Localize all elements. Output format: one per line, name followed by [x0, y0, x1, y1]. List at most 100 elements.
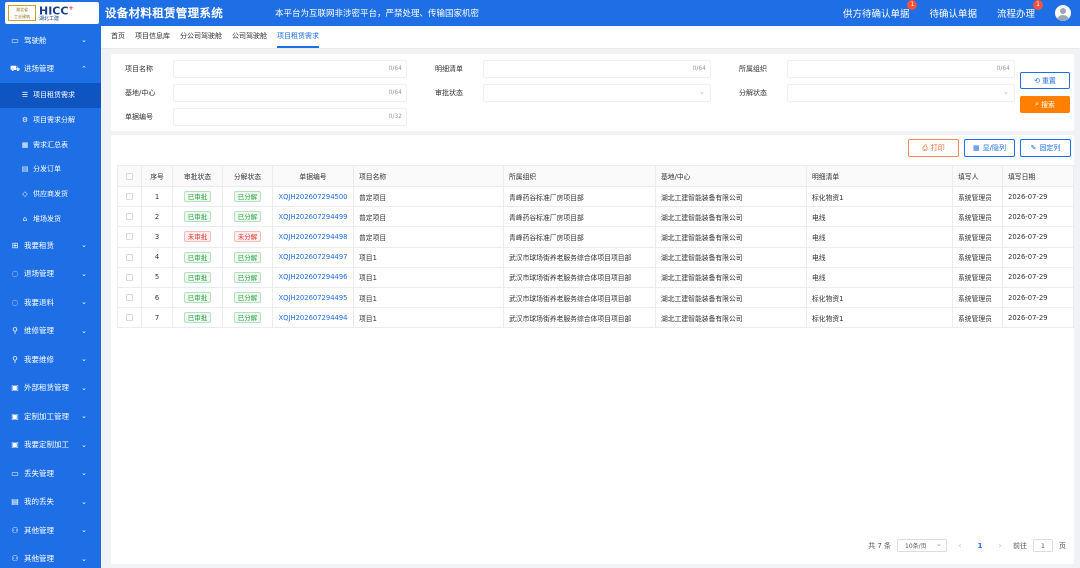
cell-base: 湖北工建智能装备有限公司: [655, 206, 807, 228]
row-checkbox[interactable]: [117, 206, 142, 228]
doc-no-input[interactable]: 0/32: [173, 108, 407, 126]
filter-panel: 项目名称 0/64 明细清单 0/64 所属组织 0/64 基地/中心 0/64…: [111, 54, 1074, 131]
filter-split: 分解状态 ⌄: [725, 84, 1015, 102]
cell-project: 项目1: [353, 307, 504, 329]
row-checkbox[interactable]: [117, 246, 142, 268]
cell-split: 未分解: [222, 226, 273, 248]
status-badge: 已分解: [233, 211, 262, 223]
sidebar-item-lost-mgmt[interactable]: ▭ 丢失管理 ⌄: [0, 459, 101, 488]
pending-docs[interactable]: 待确认单据: [929, 6, 977, 20]
doc-link[interactable]: XQJH202607294498: [278, 233, 347, 241]
cell-doc: XQJH202607294495: [272, 286, 354, 309]
col-header: 基地/中心: [655, 165, 807, 187]
cell-date: 2026-07-29: [1002, 286, 1074, 309]
table-icon: ▦: [21, 140, 29, 149]
sidebar-item-other-2[interactable]: ⚇ 其他管理 ⌄: [0, 545, 101, 568]
list-icon: ☰: [21, 91, 29, 100]
sidebar-sub-demand-split[interactable]: ⚙ 项目需求分解: [0, 108, 101, 133]
tab-company-cockpit[interactable]: 公司驾驶舱: [232, 31, 277, 48]
grid-icon: ▦: [973, 144, 980, 152]
table-row[interactable]: 4 已审批 已分解 XQJH202607294497 项目1 武汉市球场街养老服务综合体项…: [117, 246, 1074, 268]
status-badge: 已审批: [183, 312, 212, 324]
sidebar-item-custom[interactable]: ▣ 我要定制加工 ⌄: [0, 431, 101, 460]
status-badge: 已审批: [183, 191, 212, 203]
cell-detail: 标化物资1: [806, 185, 953, 208]
search-button[interactable]: ⌕ 搜索: [1020, 96, 1070, 113]
approval-select[interactable]: ⌄: [483, 84, 711, 102]
show-hide-columns-button[interactable]: ▦ 显/隐列: [964, 139, 1015, 157]
row-checkbox[interactable]: [117, 286, 142, 309]
cell-org: 青峰药谷标准厂房项目部: [503, 185, 656, 208]
cell-split: 已分解: [222, 185, 273, 208]
col-header: 填写人: [952, 165, 1003, 187]
chevron-up-icon: ⌃: [81, 64, 87, 73]
page-size-select[interactable]: 10条/页: [897, 539, 947, 552]
print-button[interactable]: ⎙ 打印: [908, 139, 959, 157]
exit-icon: ◌: [11, 269, 19, 279]
doc-link[interactable]: XQJH202607294495: [278, 294, 347, 302]
cell-detail: 电线: [806, 266, 953, 288]
sidebar-item-cockpit[interactable]: ▭ 驾驶舱 ⌄: [0, 26, 101, 55]
sidebar-item-other-1[interactable]: ⚇ 其他管理 ⌄: [0, 516, 101, 545]
tab-rental-demand[interactable]: 项目租赁需求: [277, 31, 329, 48]
doc-link[interactable]: XQJH202607294499: [278, 213, 347, 221]
row-checkbox[interactable]: [117, 185, 142, 208]
table-row[interactable]: 3 未审批 未分解 XQJH202607294498 普定项目 青峰药谷标准厂房项目部 湖北…: [117, 226, 1074, 248]
row-checkbox[interactable]: [117, 226, 142, 248]
user-avatar[interactable]: [1055, 5, 1071, 21]
workflow[interactable]: 流程办理 1: [997, 0, 1043, 20]
cell-writer: 系统管理员: [952, 307, 1003, 329]
table-row[interactable]: 5 已审批 已分解 XQJH202607294496 项目1 武汉市球场街养老服务综合体项…: [117, 266, 1074, 288]
next-page-icon[interactable]: ›: [993, 541, 1007, 550]
sidebar-sub-rental-demand[interactable]: ☰ 项目租赁需求: [0, 83, 101, 108]
pending-supplier-docs[interactable]: 供方待确认单据 1: [843, 0, 918, 20]
status-badge: 已分解: [233, 312, 262, 324]
page-number[interactable]: 1: [973, 542, 987, 550]
base-input[interactable]: 0/64: [173, 84, 407, 102]
doc-link[interactable]: XQJH202607294494: [278, 314, 347, 322]
doc-link[interactable]: XQJH202607294500: [278, 193, 347, 201]
sidebar-sub-yard-ship[interactable]: ⌂ 堆场发货: [0, 206, 101, 231]
split-select[interactable]: ⌄: [787, 84, 1015, 102]
sidebar-item-return[interactable]: ◌ 我要退料 ⌄: [0, 288, 101, 317]
cell-detail: 标化物资1: [806, 307, 953, 329]
doc-link[interactable]: XQJH202607294496: [278, 273, 347, 281]
cell-split: 已分解: [222, 246, 273, 268]
sidebar-item-custom-mgmt[interactable]: ▣ 定制加工管理 ⌄: [0, 402, 101, 431]
cell-doc: XQJH202607294500: [272, 185, 354, 208]
org-input[interactable]: 0/64: [787, 60, 1015, 78]
sidebar-item-my-lost[interactable]: ▤ 我的丢失 ⌄: [0, 488, 101, 517]
project-name-input[interactable]: 0/64: [173, 60, 407, 78]
fix-columns-button[interactable]: ✎ 固定列: [1020, 139, 1071, 157]
cell-approval: 未审批: [172, 226, 223, 248]
table-row[interactable]: 6 已审批 已分解 XQJH202607294495 项目1 武汉市球场街养老服务综合体项…: [117, 286, 1074, 309]
tab-home[interactable]: 首页: [111, 31, 135, 48]
tab-branch-cockpit[interactable]: 分公司驾驶舱: [180, 31, 232, 48]
sidebar-sub-dispatch[interactable]: ▤ 分发订单: [0, 157, 101, 182]
detail-list-input[interactable]: 0/64: [483, 60, 711, 78]
sidebar-item-repair[interactable]: ⚲ 我要维修 ⌄: [0, 345, 101, 374]
prev-page-icon[interactable]: ‹: [953, 541, 967, 550]
row-checkbox[interactable]: [117, 266, 142, 288]
row-checkbox[interactable]: [117, 307, 142, 329]
cell-split: 已分解: [222, 266, 273, 288]
sidebar-item-exit[interactable]: ◌ 退场管理 ⌄: [0, 260, 101, 289]
sidebar-item-entry[interactable]: ⛟ 进场管理 ⌃: [0, 55, 101, 84]
chevron-down-icon: ⌄: [81, 36, 87, 45]
reset-button[interactable]: ⟲ 重置: [1020, 72, 1070, 89]
tab-project-info[interactable]: 项目信息库: [135, 31, 180, 48]
goto-page-input[interactable]: 1: [1033, 539, 1053, 552]
sidebar-sub-summary[interactable]: ▦ 需求汇总表: [0, 132, 101, 157]
select-all-checkbox[interactable]: [117, 165, 142, 187]
sidebar-item-rent[interactable]: ⊞ 我要租赁 ⌄: [0, 231, 101, 260]
table-row[interactable]: 1 已审批 已分解 XQJH202607294500 普定项目 青峰药谷标准厂房项目部 湖北…: [117, 185, 1074, 208]
sidebar-sub-supplier-ship[interactable]: ◇ 供应商发货: [0, 182, 101, 207]
table-row[interactable]: 7 已审批 已分解 XQJH202607294494 项目1 武汉市球场街养老服务综合体项…: [117, 307, 1074, 329]
col-header: 单据编号: [272, 165, 354, 187]
doc-link[interactable]: XQJH202607294497: [278, 253, 347, 261]
page-tabs: 首页 项目信息库 分公司驾驶舱 公司驾驶舱 项目租赁需求: [101, 26, 1080, 49]
cell-no: 3: [141, 226, 173, 248]
sidebar-item-external-rent[interactable]: ▣ 外部租赁管理 ⌄: [0, 374, 101, 403]
sidebar-item-repair-mgmt[interactable]: ⚲ 维修管理 ⌄: [0, 317, 101, 346]
table-row[interactable]: 2 已审批 已分解 XQJH202607294499 普定项目 青峰药谷标准厂房项目部 湖北…: [117, 206, 1074, 228]
